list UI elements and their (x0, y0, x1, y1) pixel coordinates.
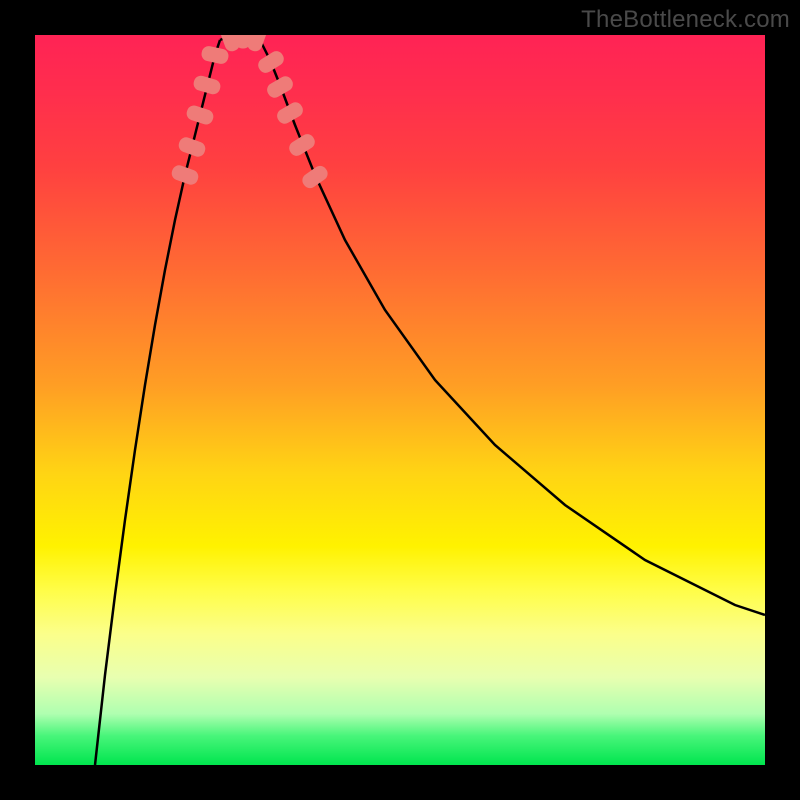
data-marker (192, 74, 222, 96)
watermark-text: TheBottleneck.com (581, 6, 790, 34)
data-marker (185, 104, 215, 127)
data-marker (200, 45, 230, 65)
plot-area (35, 35, 765, 765)
data-marker (300, 163, 331, 191)
curve-right-branch (260, 40, 765, 615)
outer-frame: TheBottleneck.com (0, 0, 800, 800)
chart-svg (35, 35, 765, 765)
data-marker (287, 131, 318, 158)
data-marker (177, 135, 208, 158)
marker-group (170, 35, 331, 191)
data-marker (170, 163, 201, 186)
data-marker (265, 74, 296, 100)
data-marker (275, 100, 306, 126)
data-marker (256, 48, 287, 75)
